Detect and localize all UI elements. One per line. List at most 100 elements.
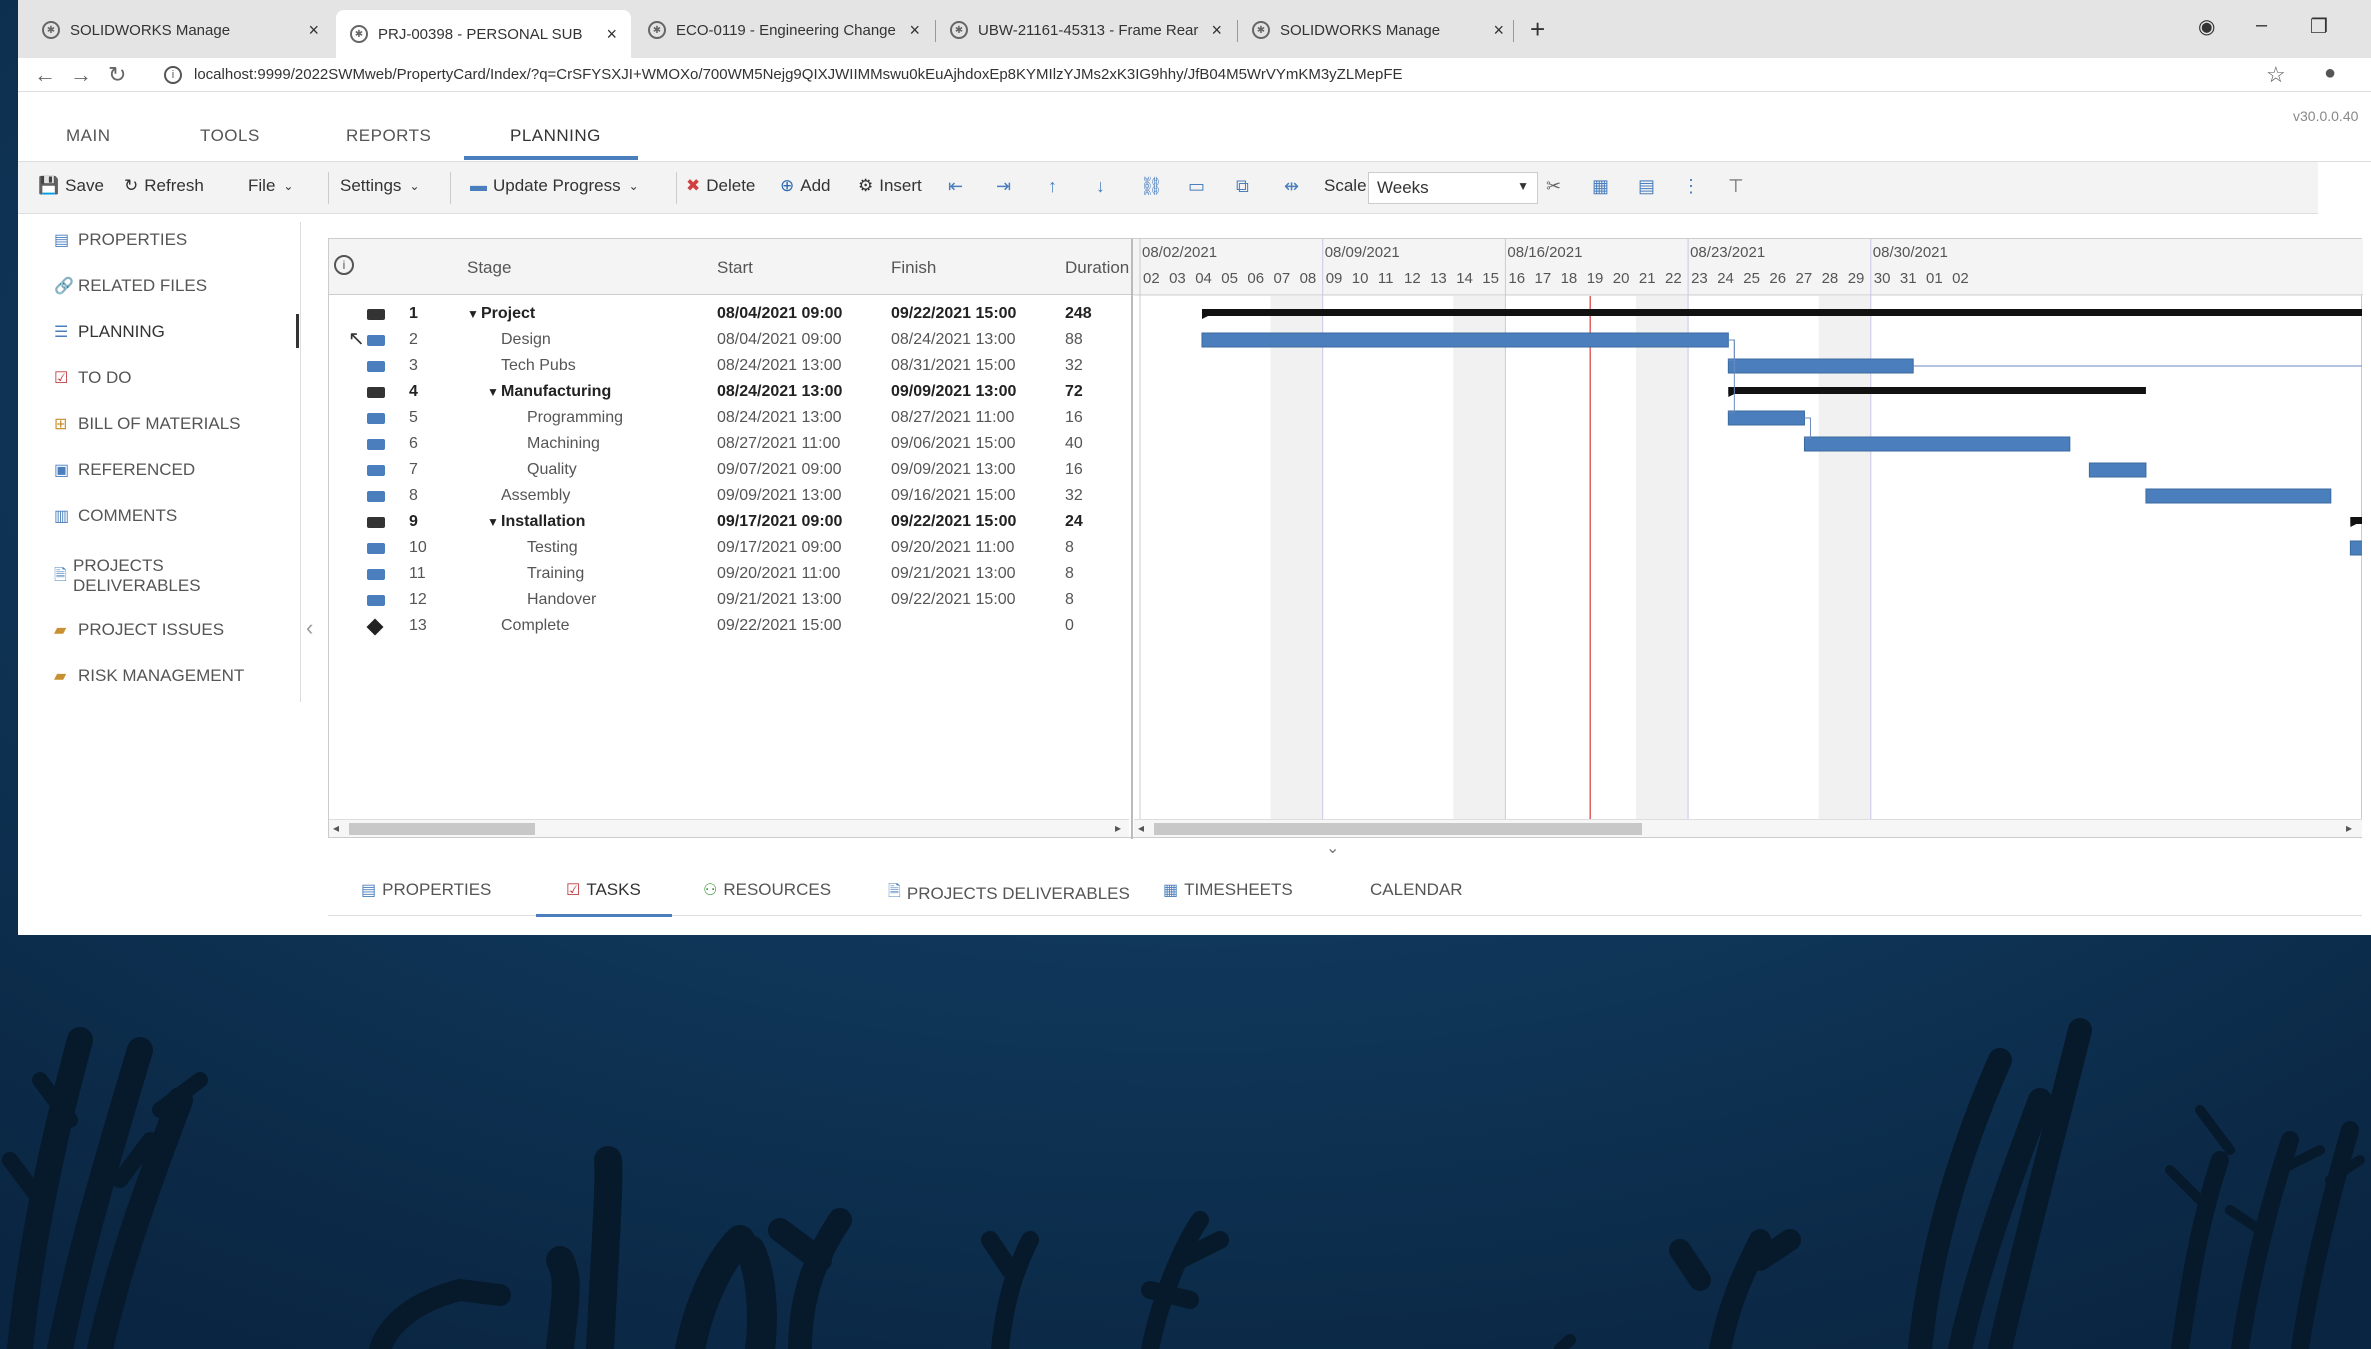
bookmark-star-icon[interactable]: ☆ — [2266, 62, 2286, 88]
menu-tools[interactable]: TOOLS — [200, 126, 260, 146]
tab-projects-deliverables[interactable]: 🗎 PROJECTS DELIVERABLES — [888, 880, 1130, 907]
scroll-thumb[interactable] — [349, 823, 535, 835]
grid-row[interactable]: 5 Programming 08/24/2021 13:00 08/27/2021 1… — [329, 405, 1129, 431]
sidebar-item-referenced[interactable]: ▣ REFERENCED — [54, 460, 195, 480]
move-down-icon[interactable]: ↓ — [1096, 176, 1105, 197]
sidebar-item-comments[interactable]: ▥ COMMENTS — [54, 506, 177, 526]
menu-main[interactable]: MAIN — [66, 126, 111, 146]
reload-icon[interactable]: ↻ — [108, 62, 126, 88]
scroll-thumb[interactable] — [1154, 823, 1642, 835]
critical-path-icon[interactable]: ⇹ — [1284, 176, 1299, 197]
collapse-sidebar-chevron-icon[interactable]: ‹ — [306, 615, 313, 641]
save-button[interactable]: 💾 Save — [38, 176, 104, 196]
scroll-right-icon[interactable]: ▸ — [2346, 821, 2352, 835]
refresh-button[interactable]: ↻ Refresh — [124, 176, 204, 196]
column-header-duration[interactable]: Duration — [1065, 258, 1129, 278]
outdent-icon[interactable]: ⇥ — [996, 176, 1011, 197]
sidebar-item-project-issues[interactable]: ▰ PROJECT ISSUES — [54, 620, 224, 640]
expand-triangle-icon[interactable]: ▼ — [487, 385, 499, 399]
column-header-start[interactable]: Start — [717, 258, 753, 278]
solidworks-favicon-icon: ✱ — [950, 21, 968, 39]
grid-row[interactable]: 8 Assembly 09/09/2021 13:00 09/16/2021 15:0… — [329, 483, 1129, 509]
sidebar-item-todo[interactable]: ☑ TO DO — [54, 368, 132, 388]
sidebar-item-risk-management[interactable]: ▰ RISK MANAGEMENT — [54, 666, 244, 686]
grid-row[interactable]: 3 Tech Pubs 08/24/2021 13:00 08/31/2021 15:… — [329, 353, 1129, 379]
grid-row[interactable]: 13 Complete 09/22/2021 15:00 0 — [329, 613, 1129, 639]
update-progress-dropdown[interactable]: ▬ Update Progress ⌄ — [470, 176, 639, 196]
scroll-right-icon[interactable]: ▸ — [1115, 821, 1121, 835]
tab-timesheets[interactable]: ▦ TIMESHEETS — [1163, 880, 1293, 900]
report-icon[interactable]: ▤ — [1638, 176, 1655, 197]
settings-dropdown[interactable]: Settings ⌄ — [340, 176, 420, 196]
sidebar-item-bill-of-materials[interactable]: ⊞ BILL OF MATERIALS — [54, 414, 241, 434]
browser-tab[interactable]: ✱ SOLIDWORKS Manage × — [28, 10, 333, 50]
filter-icon[interactable]: ⊤ — [1728, 176, 1744, 197]
minimize-icon[interactable]: – — [2256, 14, 2267, 37]
restore-icon[interactable]: ❐ — [2310, 14, 2328, 39]
close-tab-icon[interactable]: × — [909, 20, 920, 41]
expand-triangle-icon[interactable]: ▼ — [487, 515, 499, 529]
column-header-finish[interactable]: Finish — [891, 258, 936, 278]
media-control-icon[interactable]: ◉ — [2198, 14, 2215, 39]
scale-select[interactable]: Weeks ▼ — [1368, 172, 1538, 204]
split-task-icon[interactable]: ⧉ — [1236, 176, 1249, 197]
site-info-icon[interactable]: i — [164, 66, 182, 84]
browser-tab[interactable]: ✱ ECO-0119 - Engineering Change × — [634, 10, 934, 50]
tab-tasks[interactable]: ☑ TASKS — [566, 880, 641, 900]
browser-tab[interactable]: ✱ UBW-21161-45313 - Frame Rear × — [936, 10, 1236, 50]
close-tab-icon[interactable]: × — [1211, 20, 1222, 41]
grid-row[interactable]: 9 ▼ Installation 09/17/2021 09:00 09/22/2021… — [329, 509, 1129, 535]
row-number: 2 — [409, 331, 418, 348]
sidebar-item-planning[interactable]: ☰ PLANNING — [54, 322, 165, 342]
grid-horizontal-scrollbar[interactable]: ◂ ▸ — [329, 819, 1129, 837]
grid-row[interactable]: 11 Training 09/20/2021 11:00 09/21/2021 13:… — [329, 561, 1129, 587]
grid-gantt-splitter[interactable] — [1131, 239, 1133, 839]
unlink-icon[interactable]: ▭ — [1188, 176, 1205, 197]
gantt-horizontal-scrollbar[interactable]: ◂ ▸ — [1134, 819, 2362, 837]
sidebar-item-properties[interactable]: ▤ PROPERTIES — [54, 230, 187, 250]
grid-row[interactable]: 4 ▼ Manufacturing 08/24/2021 13:00 09/09/202… — [329, 379, 1129, 405]
link-tasks-icon[interactable]: ⛓ — [1140, 176, 1163, 197]
scroll-left-icon[interactable]: ◂ — [1138, 821, 1144, 835]
grid-row[interactable]: 10 Testing 09/17/2021 09:00 09/20/2021 11:0… — [329, 535, 1129, 561]
tools-icon[interactable]: ✂ — [1546, 176, 1561, 197]
scale-label: Scale — [1324, 176, 1367, 195]
tab-properties[interactable]: ▤ PROPERTIES — [361, 880, 491, 900]
menu-planning[interactable]: PLANNING — [510, 126, 601, 146]
expand-panel-chevron-icon[interactable]: ⌄ — [1326, 838, 1339, 858]
calendar-icon[interactable]: ▦ — [1592, 176, 1609, 197]
scroll-left-icon[interactable]: ◂ — [333, 821, 339, 835]
weekend-shade — [1453, 296, 1506, 819]
grid-row[interactable]: 7 Quality 09/07/2021 09:00 09/09/2021 13:00… — [329, 457, 1129, 483]
hierarchy-icon[interactable]: ⋮ — [1682, 176, 1700, 197]
move-up-icon[interactable]: ↑ — [1048, 176, 1057, 197]
indent-icon[interactable]: ⇤ — [948, 176, 963, 197]
tab-resources[interactable]: ⚇ RESOURCES — [703, 880, 831, 900]
profile-icon[interactable]: ● — [2324, 62, 2336, 85]
grid-row[interactable]: 2 Design 08/04/2021 09:00 08/24/2021 13:00 8… — [329, 327, 1129, 353]
insert-button[interactable]: ⚙ Insert — [858, 176, 922, 196]
expand-triangle-icon[interactable]: ▼ — [467, 307, 479, 321]
close-tab-icon[interactable]: × — [606, 24, 617, 45]
sidebar-item-projects-deliverables[interactable]: 🗎 PROJECTS DELIVERABLES — [54, 556, 234, 596]
grid-row[interactable]: 6 Machining 08/27/2021 11:00 09/06/2021 15:… — [329, 431, 1129, 457]
add-button[interactable]: ⊕ Add — [780, 176, 831, 196]
file-dropdown[interactable]: File ⌄ — [248, 176, 293, 196]
close-tab-icon[interactable]: × — [1493, 20, 1504, 41]
back-arrow-icon[interactable]: ← — [34, 62, 56, 88]
url-field[interactable]: localhost:9999/2022SWMweb/PropertyCard/I… — [194, 66, 1403, 83]
summary-task-icon — [367, 387, 385, 398]
column-header-stage[interactable]: Stage — [467, 258, 511, 278]
new-tab-button[interactable]: + — [1530, 14, 1545, 45]
browser-tab[interactable]: ✱ SOLIDWORKS Manage × — [1238, 10, 1518, 50]
forward-arrow-icon[interactable]: → — [70, 62, 92, 88]
tab-calendar[interactable]: CALENDAR — [1370, 880, 1463, 900]
grid-row[interactable]: 1 ▼ Project 08/04/2021 09:00 09/22/2021 15:0… — [329, 301, 1129, 327]
info-icon[interactable]: i — [334, 255, 354, 275]
sidebar-item-related-files[interactable]: 🔗 RELATED FILES — [54, 276, 207, 296]
browser-tab-active[interactable]: ✱ PRJ-00398 - PERSONAL SUB × — [336, 10, 631, 58]
grid-row[interactable]: 12 Handover 09/21/2021 13:00 09/22/2021 15:… — [329, 587, 1129, 613]
delete-button[interactable]: ✖ Delete — [686, 176, 755, 196]
menu-reports[interactable]: REPORTS — [346, 126, 431, 146]
close-tab-icon[interactable]: × — [308, 20, 319, 41]
